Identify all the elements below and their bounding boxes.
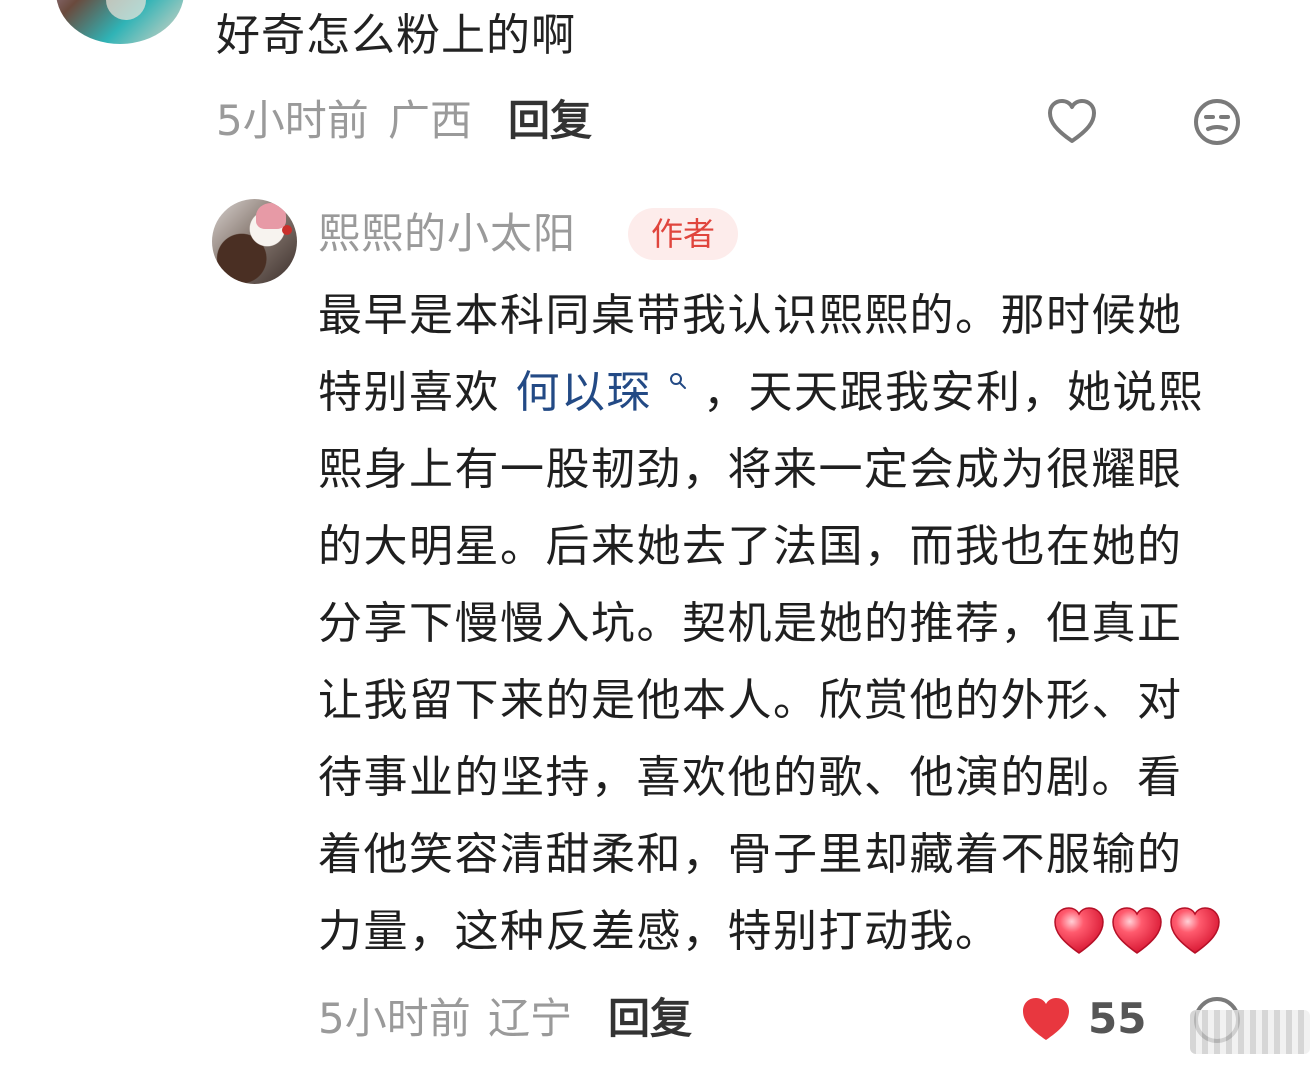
comment-line: 最早是本科同桌带我认识熙熙的。那时候她 <box>318 290 1183 341</box>
comment-text-segment: 特别喜欢 <box>318 367 500 418</box>
heart-outline-icon[interactable] <box>1046 96 1098 148</box>
reply-button[interactable]: 回复 <box>508 97 592 145</box>
unhappy-face-icon[interactable] <box>1191 96 1243 148</box>
comment-location: 辽宁 <box>488 994 573 1043</box>
comment-line: 特别喜欢 何以琛 ，天天跟我安利，她说熙 <box>318 369 1204 417</box>
comment-line: 熙身上有一股韧劲，将来一定会成为很耀眼 <box>318 444 1183 495</box>
comment-line: 让我留下来的是他本人。欣赏他的外形、对 <box>318 675 1183 726</box>
like-count: 55 <box>1088 994 1147 1043</box>
comment-line: 分享下慢慢入坑。契机是她的推荐，但真正 <box>318 598 1183 649</box>
emoji-group <box>1052 904 1222 958</box>
mention-link[interactable]: 何以琛 <box>516 367 704 418</box>
mention-text[interactable]: 何以琛 <box>516 367 653 418</box>
comment-line: 待事业的坚持，喜欢他的歌、他演的剧。看 <box>318 752 1183 803</box>
avatar[interactable] <box>56 0 184 44</box>
comment-text-segment: ，天天跟我安利，她说熙 <box>703 367 1204 418</box>
comment-text: 好奇怎么粉上的啊 <box>216 10 576 61</box>
comment-time: 5小时前 <box>216 96 369 145</box>
red-heart-icon <box>1112 907 1162 954</box>
username[interactable]: 熙熙的小太阳 <box>318 208 576 260</box>
red-heart-icon <box>1170 907 1220 954</box>
comment-time: 5小时前 <box>318 994 471 1043</box>
heart-filled-icon[interactable] <box>1020 994 1072 1046</box>
comment-location: 广西 <box>388 96 473 145</box>
reply-button[interactable]: 回复 <box>608 995 692 1043</box>
search-icon <box>669 373 686 389</box>
comment-line: 着他笑容清甜柔和，骨子里却藏着不服输的 <box>318 829 1183 880</box>
watermark <box>1190 1010 1310 1054</box>
red-heart-icon <box>1054 907 1104 954</box>
comment-line: 的大明星。后来她去了法国，而我也在她的 <box>318 521 1183 572</box>
avatar[interactable] <box>212 199 297 284</box>
author-badge: 作者 <box>628 208 738 260</box>
comment-line: 力量，这种反差感，特别打动我。 <box>318 906 1001 957</box>
